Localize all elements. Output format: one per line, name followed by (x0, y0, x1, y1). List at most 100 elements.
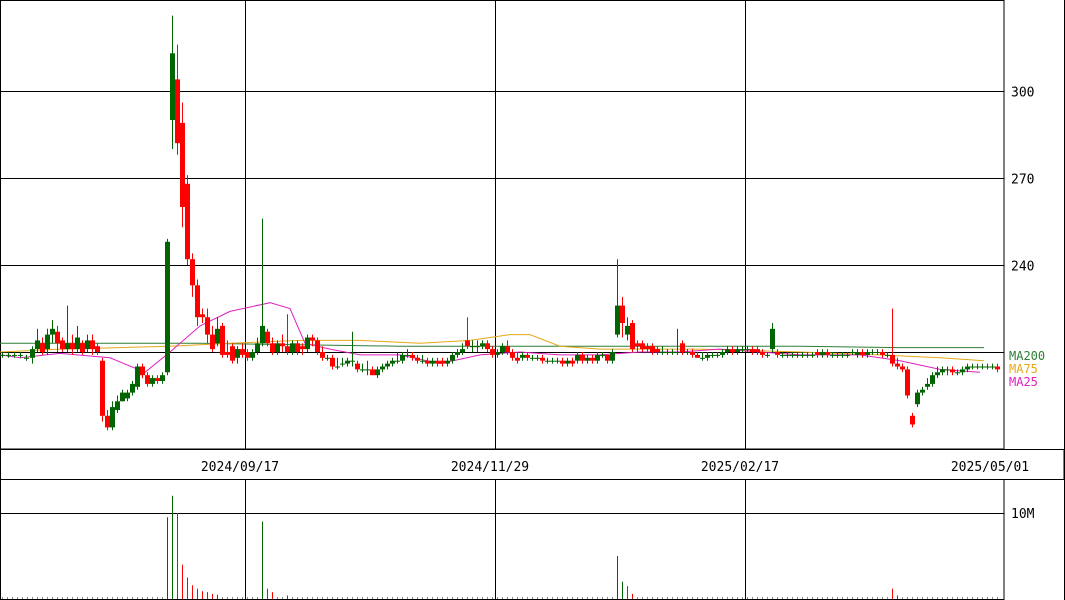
candle-body-up (870, 352, 875, 353)
candle-body-down (155, 378, 160, 381)
candle-body-up (340, 363, 345, 365)
candle-body-down (620, 305, 625, 323)
candle-body-up (430, 360, 435, 364)
date-tick-label: 2025/05/01 (951, 460, 1029, 475)
candle-body-down (880, 352, 885, 355)
price-tick-label: 270 (1011, 173, 1034, 188)
candle-body-down (370, 369, 375, 376)
candle-body-up (545, 360, 550, 362)
candle-body-up (535, 357, 540, 359)
price-panel: 240 270 300 MA200MA75MA25 (0, 0, 1065, 600)
candle-body-up (305, 337, 310, 350)
candle-body-up (985, 366, 990, 368)
candle-body-down (330, 357, 335, 367)
candle-body-down (180, 122, 185, 207)
candle-body-up (250, 352, 255, 358)
candle-body-up (290, 343, 295, 352)
candle-body-down (245, 352, 250, 358)
candle-body-up (800, 354, 805, 356)
candle-body-up (375, 369, 380, 376)
candle-body-down (415, 357, 420, 361)
candle-body-down (900, 366, 905, 370)
candle-body-up (75, 337, 80, 350)
date-axis-panel: 2024/09/17 2024/11/29 2025/02/17 2025/05/01 (0, 449, 1065, 480)
candle-body-up (380, 366, 385, 370)
candle-body-down (230, 346, 235, 361)
candle-body-down (775, 352, 780, 355)
candle-body-up (865, 352, 870, 355)
candle-body-up (470, 346, 475, 348)
candle-body-up (6, 354, 11, 356)
candle-body-up (720, 352, 725, 355)
candle-body-up (345, 360, 350, 364)
price-tick-label: 240 (1011, 260, 1034, 275)
candle-body-down (270, 343, 275, 352)
candle-body-up (955, 372, 960, 374)
candle-body-up (725, 349, 730, 352)
candle-body-up (350, 360, 355, 362)
candle-body-up (275, 343, 280, 352)
candle-body-up (740, 349, 745, 351)
candle-body-down (140, 366, 145, 376)
candle-body-down (190, 259, 195, 286)
candle-body-down (70, 343, 75, 350)
candle-body-down (730, 349, 735, 352)
candle-body-up (520, 354, 525, 358)
candle-body-down (485, 343, 490, 350)
candle-body-up (970, 366, 975, 368)
candle-body-up (45, 334, 50, 350)
candle-body-up (165, 241, 170, 373)
candle-body-down (995, 366, 1000, 370)
candle-body-down (525, 354, 530, 358)
candle-body-down (210, 334, 215, 350)
candle-body-down (895, 363, 900, 367)
candle-body-down (760, 352, 765, 355)
candle-body-up (945, 369, 950, 371)
candle-body-down (580, 354, 585, 361)
candle-body-up (450, 354, 455, 361)
candle-body-up (780, 354, 785, 356)
candle-body-up (710, 354, 715, 356)
candle-body-down (240, 349, 245, 355)
candle-body-down (635, 343, 640, 347)
candle-body-down (435, 360, 440, 364)
candle-body-up (625, 325, 630, 335)
candle-body-up (325, 357, 330, 359)
candle-body-up (980, 366, 985, 368)
candle-body-down (410, 354, 415, 358)
candle-body-up (705, 354, 710, 358)
candle-body-up (935, 372, 940, 376)
candle-body-up (445, 360, 450, 364)
candle-body-up (110, 407, 115, 428)
candle-body-up (965, 366, 970, 370)
candle-body-down (310, 337, 315, 341)
candle-body-up (335, 366, 340, 368)
candle-body-down (890, 354, 895, 364)
candle-body-up (30, 349, 35, 358)
candle-body-down (650, 346, 655, 352)
candle-body-up (765, 354, 770, 356)
candle-body-down (540, 357, 545, 361)
candle-body-up (555, 360, 560, 362)
candle-body-up (685, 352, 690, 353)
candle-body-down (220, 325, 225, 355)
candle-body-down (515, 357, 520, 361)
date-tick-label: 2024/11/29 (451, 460, 529, 475)
stock-chart: 240 270 300 MA200MA75MA25 2024/09/17 2024/11… (0, 0, 1065, 600)
legend-entry: MA200 (1009, 349, 1045, 363)
candle-body-up (400, 354, 405, 361)
candle-body-up (130, 383, 135, 393)
volume-panel-frame (0, 479, 1005, 600)
candle-body-up (715, 354, 720, 356)
candle-body-up (600, 354, 605, 356)
candle-body-up (665, 352, 670, 353)
date-tick-label: 2024/09/17 (201, 460, 279, 475)
volume-tick-label: 10M (1011, 507, 1035, 522)
candle-body-down (630, 323, 635, 350)
candle-body-up (820, 352, 825, 355)
candle-body-up (405, 354, 410, 356)
candle-body-up (500, 346, 505, 352)
date-axis-frame (0, 449, 1065, 480)
candle-body-down (605, 354, 610, 361)
volume-panel: 10M (0, 479, 1035, 600)
